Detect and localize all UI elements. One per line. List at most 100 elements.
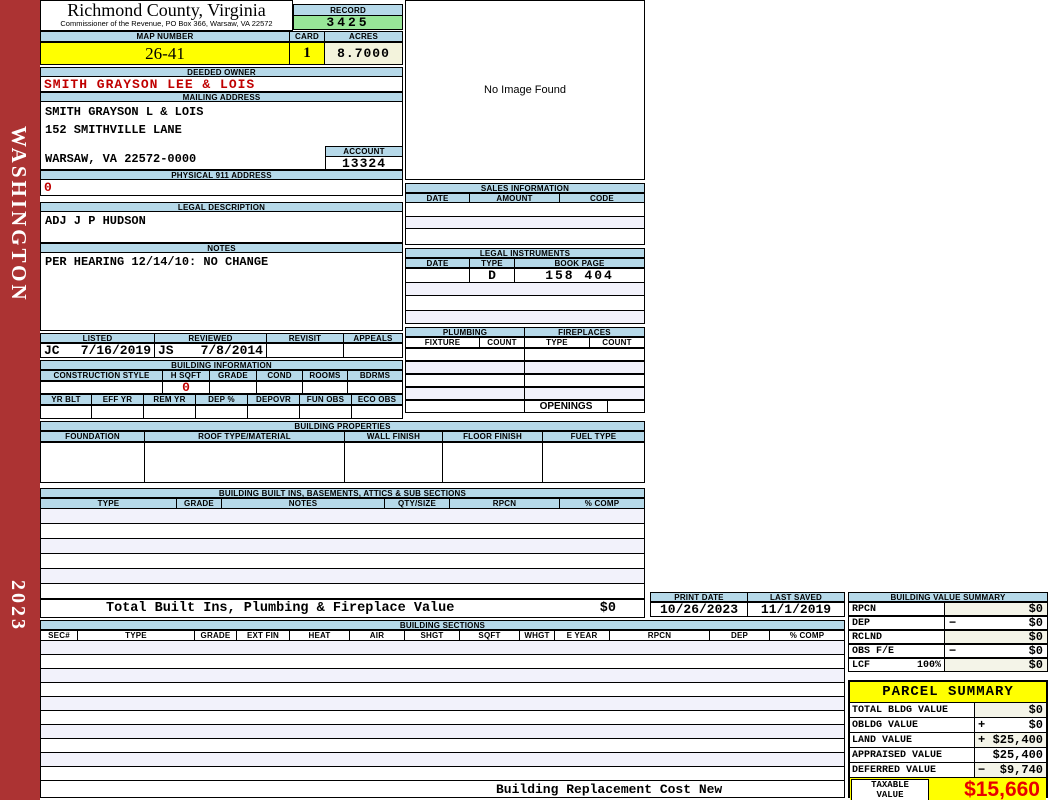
deeded-owner-value: SMITH GRAYSON LEE & LOIS: [40, 77, 403, 92]
li-bookpage-label: BOOK PAGE: [515, 258, 645, 268]
reviewed-date: 7/8/2014: [200, 343, 263, 358]
bvs-label: LCF: [852, 659, 871, 671]
built-ins-total-value: $0: [599, 601, 616, 616]
funobs-label: FUN OBS: [300, 394, 352, 405]
bdrms-value: [348, 381, 403, 394]
account-value: 13324: [325, 156, 403, 171]
dep-pct-value: [196, 405, 248, 419]
building-replacement-label: Building Replacement Cost New: [496, 781, 723, 797]
county-title: Richmond County, Virginia: [67, 0, 266, 20]
foundation-label: FOUNDATION: [40, 431, 145, 442]
building-sections-title: BUILDING SECTIONS: [40, 620, 845, 630]
plumbing-count-label: COUNT: [480, 337, 525, 348]
hsqft-value: 0: [163, 380, 210, 395]
legal-description-box: ADJ J P HUDSON: [40, 212, 403, 243]
building-sections-row: [40, 669, 845, 683]
wall-finish-value: [345, 442, 443, 483]
ps-value: $0: [1028, 703, 1043, 717]
bs-rpcn-label: RPCN: [610, 630, 710, 641]
bs-sec-label: SEC#: [40, 630, 78, 641]
built-ins-row: [40, 539, 645, 554]
ps-label: LAND VALUE: [850, 733, 975, 747]
plumbing-row: [405, 361, 525, 374]
bvs-sign: −: [949, 616, 957, 630]
building-sections-row: [40, 739, 845, 753]
deeded-owner-label: DEEDED OWNER: [40, 67, 403, 77]
building-sections-footer: Building Replacement Cost New: [40, 781, 845, 798]
sales-amount-label: AMOUNT: [470, 193, 560, 203]
li-type-value: D: [470, 268, 515, 283]
fixture-label: FIXTURE: [405, 337, 480, 348]
bi-rpcn-label: RPCN: [450, 498, 560, 509]
rooms-label: ROOMS: [303, 370, 348, 381]
appeals-label: APPEALS: [344, 333, 403, 343]
bs-comp-label: % COMP: [770, 630, 845, 641]
building-sections-row: [40, 641, 845, 655]
bvs-label: DEP: [852, 617, 871, 629]
revisit-value: [267, 343, 344, 358]
li-date-label: DATE: [405, 258, 470, 268]
ps-label: TOTAL BLDG VALUE: [850, 703, 975, 717]
ps-value: $9,740: [999, 763, 1043, 777]
cond-label: COND: [257, 370, 303, 381]
built-ins-row: [40, 554, 645, 569]
building-sections-row: [40, 753, 845, 767]
built-ins-title: BUILDING BUILT INS, BASEMENTS, ATTICS & …: [40, 488, 645, 498]
taxable-value-amount: $15,660: [964, 778, 1040, 800]
map-number-value: 26-41: [40, 42, 290, 65]
remyr-label: REM YR: [144, 394, 196, 405]
ps-label: APPRAISED VALUE: [850, 748, 975, 762]
built-ins-total-row: Total Built Ins, Plumbing & Fireplace Va…: [40, 599, 645, 618]
built-ins-total-label: Total Built Ins, Plumbing & Fireplace Va…: [106, 601, 455, 616]
plumbing-row: [405, 348, 525, 361]
ps-value: $25,400: [992, 748, 1043, 762]
bs-extfin-label: EXT FIN: [237, 630, 290, 641]
construction-style-label: CONSTRUCTION STYLE: [40, 370, 163, 381]
ps-label: DEFERRED VALUE: [850, 763, 975, 777]
legal-instrument-row: [405, 283, 645, 296]
effyr-label: EFF YR: [92, 394, 144, 405]
parcel-summary-title: PARCEL SUMMARY: [850, 682, 1046, 703]
bvs-value: $0: [1028, 658, 1043, 672]
fireplace-row: [525, 348, 645, 361]
depovr-label: DEPOVR: [248, 394, 300, 405]
building-sections-row: [40, 683, 845, 697]
fuel-type-value: [543, 442, 645, 483]
photo-placeholder: No Image Found: [405, 0, 645, 180]
built-ins-row: [40, 524, 645, 539]
legal-instrument-row: D 158 404: [405, 268, 645, 283]
mailing-line-2: 152 SMITHVILLE LANE: [45, 123, 182, 137]
foundation-value: [40, 442, 145, 483]
bvs-pct: 100%: [916, 659, 941, 671]
bs-grade-label: GRADE: [195, 630, 237, 641]
cond-value: [257, 381, 303, 394]
remyr-value: [144, 405, 196, 419]
bs-shgt-label: SHGT: [405, 630, 460, 641]
dep-pct-label: DEP %: [196, 394, 248, 405]
bs-air-label: AIR: [350, 630, 405, 641]
acres-label: ACRES: [325, 31, 403, 42]
bi-grade-label: GRADE: [177, 498, 222, 509]
openings-value: [608, 400, 645, 413]
ps-value: $25,400: [992, 733, 1043, 747]
sales-code-label: CODE: [560, 193, 645, 203]
bvs-value: $0: [1028, 616, 1043, 630]
listed-label: LISTED: [40, 333, 155, 343]
floor-finish-label: FLOOR FINISH: [443, 431, 543, 442]
yrblt-label: YR BLT: [40, 394, 92, 405]
ps-label: OBLDG VALUE: [850, 718, 975, 732]
bs-whgt-label: WHGT: [520, 630, 555, 641]
listed-date: 7/16/2019: [80, 343, 151, 358]
building-sections-row: [40, 767, 845, 781]
plumbing-row: [405, 387, 525, 400]
sales-row: [405, 203, 645, 217]
fireplace-row: [525, 374, 645, 387]
building-value-summary-title: BUILDING VALUE SUMMARY: [848, 592, 1048, 602]
bvs-label: RCLND: [852, 631, 883, 643]
card-label: CARD: [290, 31, 325, 42]
revisit-label: REVISIT: [267, 333, 344, 343]
legal-instruments-title: LEGAL INSTRUMENTS: [405, 248, 645, 258]
mailing-line-1: SMITH GRAYSON L & LOIS: [45, 105, 204, 119]
bvs-label: RPCN: [852, 603, 877, 615]
map-number-label: MAP NUMBER: [40, 31, 290, 42]
